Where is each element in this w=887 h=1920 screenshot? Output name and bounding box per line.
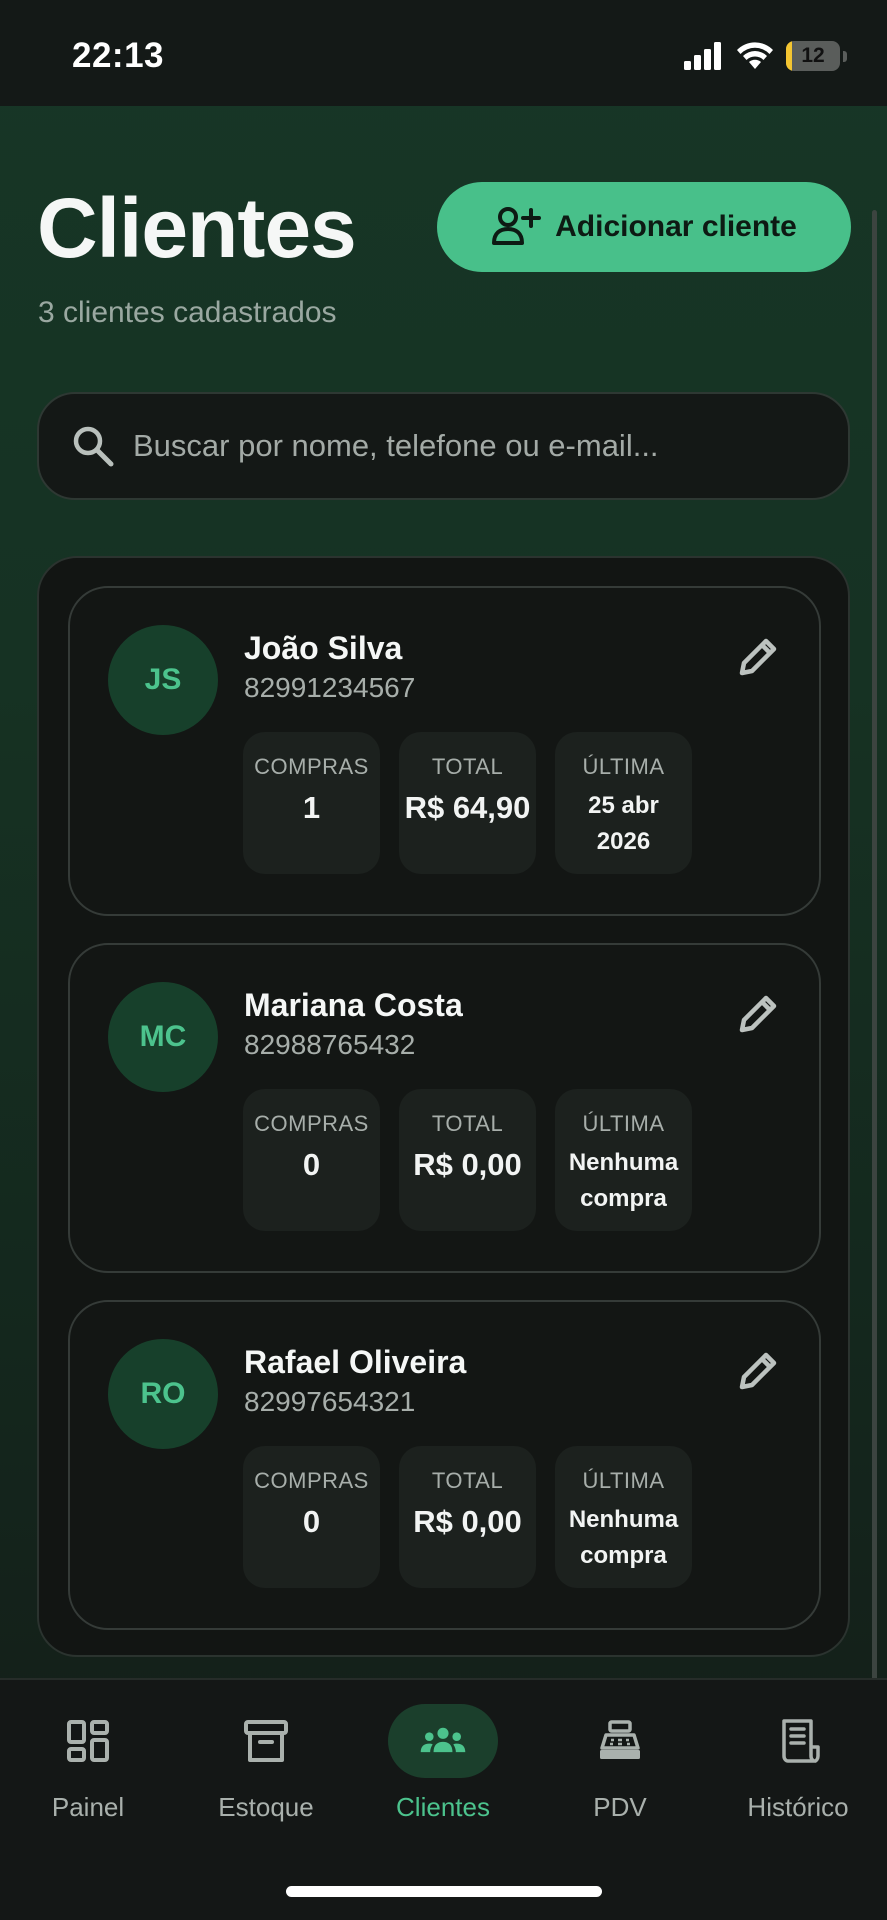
stat-label: TOTAL: [431, 1468, 504, 1493]
bottom-nav: Painel Estoque Clientes PDV Histórico: [0, 1678, 887, 1920]
stat-label: TOTAL: [431, 754, 504, 779]
battery-indicator: 12: [786, 41, 840, 71]
avatar: RO: [108, 1339, 218, 1449]
avatar: JS: [108, 625, 218, 735]
scrollbar[interactable]: [872, 210, 877, 1910]
stat-total: TOTAL R$ 0,00: [399, 1446, 536, 1588]
nav-icon-wrap: [565, 1704, 675, 1778]
nav-item-historico[interactable]: Histórico: [723, 1704, 873, 1823]
cash-register-icon: [600, 1720, 640, 1759]
purchases-count: 0: [302, 1504, 321, 1539]
nav-icon-wrap: [211, 1704, 321, 1778]
nav-label: Estoque: [218, 1792, 314, 1822]
nav-item-painel[interactable]: Painel: [13, 1704, 163, 1823]
nav-item-estoque[interactable]: Estoque: [191, 1704, 341, 1823]
client-name: Rafael Oliveira: [244, 1344, 467, 1380]
last-purchase: Nenhuma compra: [568, 1149, 679, 1212]
nav-item-clientes[interactable]: Clientes: [368, 1704, 518, 1823]
clients-screen: 22:13 12 Clientes 3 clientes cadastrados: [0, 0, 887, 1920]
stat-label: ÚLTIMA: [582, 1468, 665, 1493]
add-client-label: Adicionar cliente: [555, 210, 797, 243]
last-purchase: 25 abr 2026: [588, 792, 659, 855]
stat-last: ÚLTIMA Nenhuma compra: [555, 1446, 692, 1588]
nav-item-pdv[interactable]: PDV: [545, 1704, 695, 1823]
status-bar: 22:13 12: [0, 0, 887, 106]
pencil-icon: [739, 995, 777, 1033]
client-name: João Silva: [244, 630, 403, 666]
battery-cap: [843, 50, 847, 62]
purchases-count: 1: [302, 790, 321, 825]
battery-fill: [786, 41, 793, 71]
nav-label: Clientes: [396, 1792, 490, 1822]
stat-label: COMPRAS: [254, 1111, 369, 1136]
stat-purchases: COMPRAS 0: [243, 1446, 380, 1588]
search-input[interactable]: [133, 394, 848, 498]
pencil-icon: [739, 638, 777, 676]
pencil-icon: [739, 1352, 777, 1390]
stat-label: COMPRAS: [254, 754, 369, 779]
stat-purchases: COMPRAS 0: [243, 1089, 380, 1231]
status-icons: 12: [684, 38, 847, 74]
edit-client-button[interactable]: [729, 983, 789, 1043]
search-box[interactable]: [37, 392, 850, 500]
nav-icon-wrap: [33, 1704, 143, 1778]
stat-total: TOTAL R$ 64,90: [399, 732, 536, 874]
wifi-icon: [737, 42, 773, 69]
edit-client-button[interactable]: [729, 626, 789, 686]
add-user-icon: [492, 207, 542, 245]
client-count: 3 clientes cadastrados: [38, 296, 337, 329]
battery-level: 12: [801, 44, 825, 67]
search-icon: [73, 426, 114, 467]
nav-label: Painel: [51, 1792, 125, 1822]
stat-label: TOTAL: [431, 1111, 504, 1136]
add-client-button[interactable]: Adicionar cliente: [437, 182, 851, 272]
nav-icon-wrap: [743, 1704, 853, 1778]
stat-last: ÚLTIMA 25 abr 2026: [555, 732, 692, 874]
users-icon: [420, 1727, 466, 1753]
nav-icon-wrap: [388, 1704, 498, 1778]
archive-box-icon: [244, 1720, 288, 1762]
total-spent: R$ 0,00: [413, 1504, 522, 1539]
page-title: Clientes: [37, 181, 357, 275]
last-purchase: Nenhuma compra: [568, 1506, 679, 1569]
client-phone: 82997654321: [244, 1386, 416, 1417]
total-spent: R$ 0,00: [413, 1147, 522, 1182]
edit-client-button[interactable]: [729, 1340, 789, 1400]
avatar: MC: [108, 982, 218, 1092]
stat-last: ÚLTIMA Nenhuma compra: [555, 1089, 692, 1231]
stat-label: ÚLTIMA: [582, 754, 665, 779]
stat-label: ÚLTIMA: [582, 1111, 665, 1136]
dashboard-icon: [67, 1720, 109, 1762]
client-card[interactable]: MC Mariana Costa 82988765432 COMPRAS 0 T…: [68, 943, 821, 1273]
nav-label: PDV: [593, 1792, 647, 1822]
home-indicator[interactable]: [286, 1886, 602, 1897]
client-card[interactable]: JS João Silva 82991234567 COMPRAS 1 TOTA…: [68, 586, 821, 916]
stat-total: TOTAL R$ 0,00: [399, 1089, 536, 1231]
client-card[interactable]: RO Rafael Oliveira 82997654321 COMPRAS 0…: [68, 1300, 821, 1630]
client-phone: 82988765432: [244, 1029, 416, 1060]
client-phone: 82991234567: [244, 672, 416, 703]
client-name: Mariana Costa: [244, 987, 463, 1023]
purchases-count: 0: [302, 1147, 321, 1182]
total-spent: R$ 64,90: [404, 790, 531, 825]
stat-label: COMPRAS: [254, 1468, 369, 1493]
status-time: 22:13: [72, 36, 165, 75]
signal-icon: [684, 42, 721, 70]
receipt-icon: [782, 1719, 820, 1763]
stat-purchases: COMPRAS 1: [243, 732, 380, 874]
nav-label: Histórico: [747, 1792, 849, 1822]
client-list: JS João Silva 82991234567 COMPRAS 1 TOTA…: [37, 556, 850, 1657]
